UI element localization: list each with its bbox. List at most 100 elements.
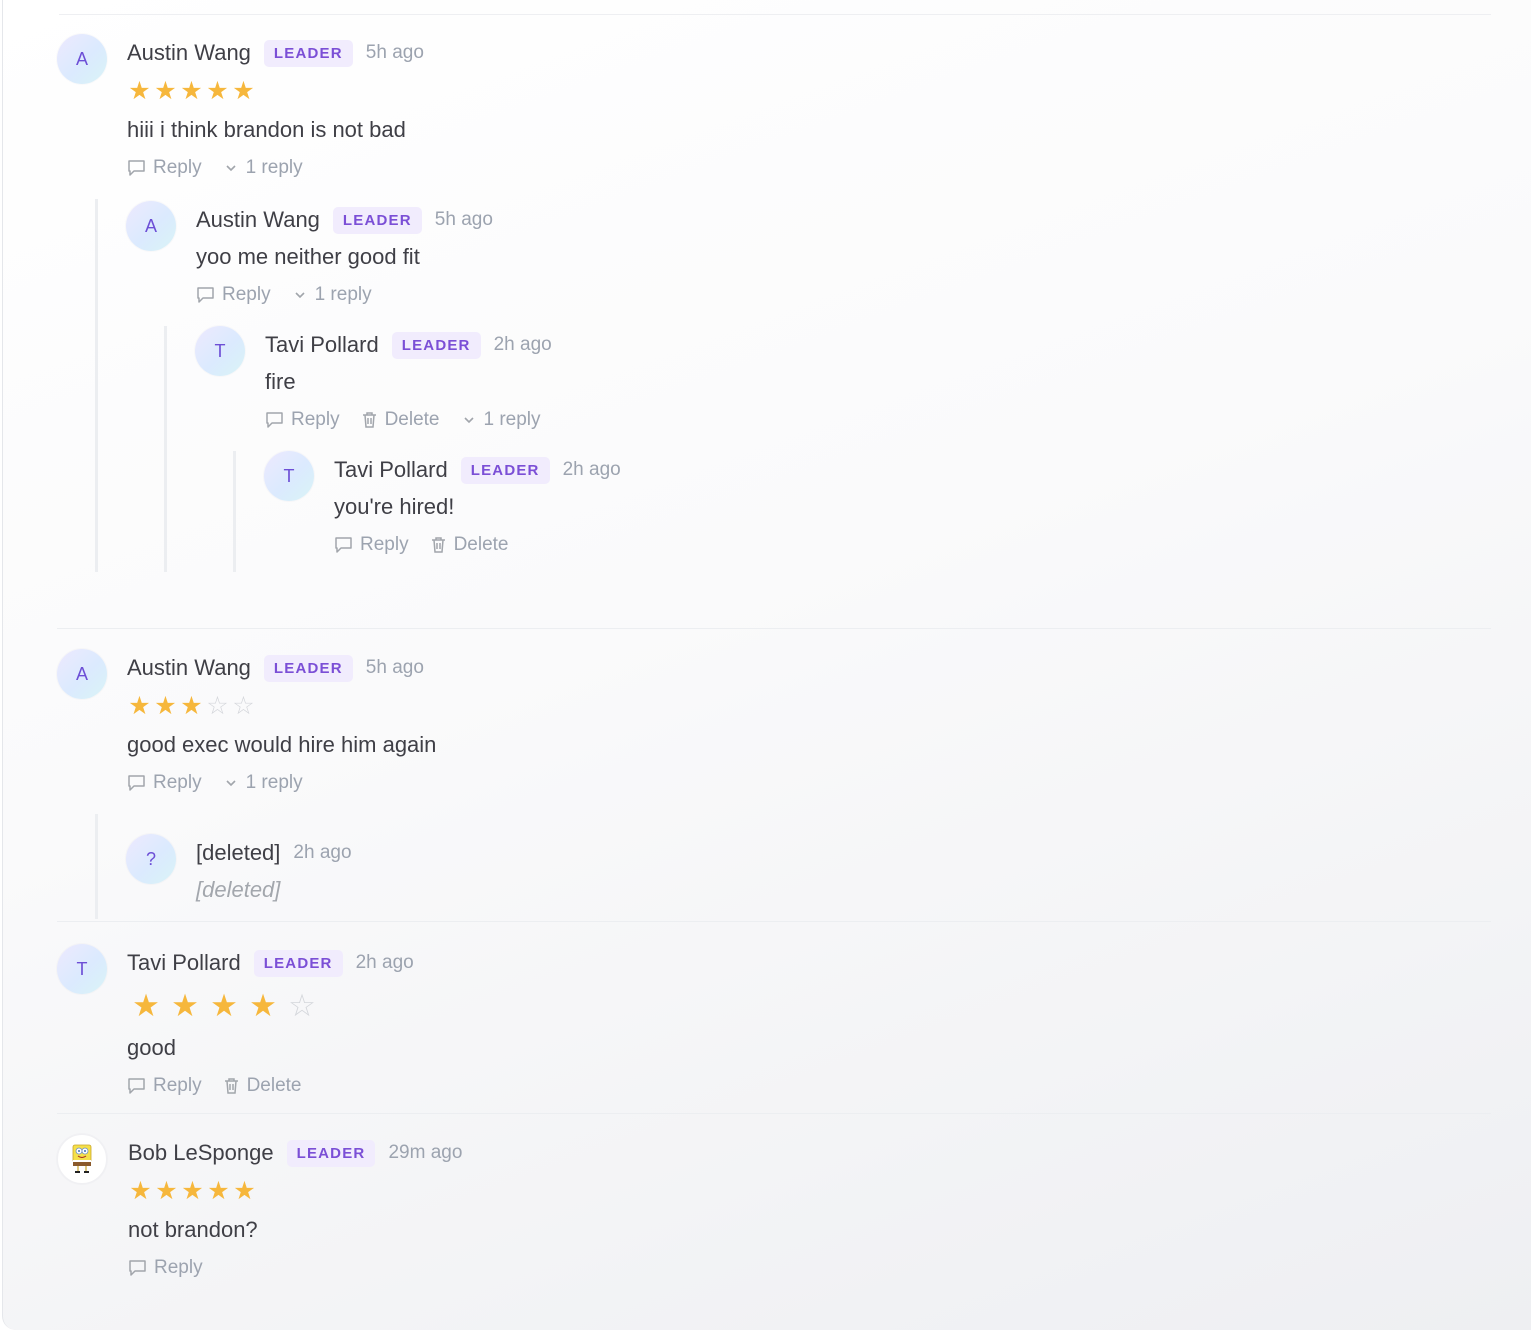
star-filled-icon: ★: [180, 77, 203, 105]
chat-bubble-icon: [197, 287, 214, 303]
author-name[interactable]: [deleted]: [196, 840, 280, 866]
author-name[interactable]: Bob LeSponge: [128, 1140, 274, 1166]
comment-text: you're hired!: [334, 494, 455, 519]
leader-badge: LEADER: [263, 39, 353, 67]
reply-button[interactable]: Reply: [334, 534, 409, 556]
reply-label: Reply: [153, 772, 202, 793]
star-rating: ★ ★ ★ ★ ★: [128, 1178, 1491, 1204]
chat-bubble-icon: [335, 537, 352, 553]
avatar[interactable]: T: [195, 326, 245, 376]
timestamp: 29m ago: [388, 1142, 463, 1163]
delete-label: Delete: [246, 1075, 302, 1096]
avatar[interactable]: A: [126, 201, 176, 251]
replies-count: 1 reply: [245, 772, 303, 793]
chat-bubble-icon: [128, 1078, 145, 1094]
comment-thread: Bob LeSponge LEADER 29m ago ★ ★ ★ ★ ★ no…: [57, 1113, 1491, 1281]
comment-text: not brandon?: [128, 1217, 258, 1242]
reply-button[interactable]: Reply: [128, 1257, 203, 1279]
reply-comment: T Tavi Pollard LEADER 2h ago fire Reply: [195, 326, 1491, 433]
leader-badge: LEADER: [332, 206, 422, 234]
delete-button[interactable]: Delete: [223, 1075, 302, 1097]
chat-bubble-icon: [128, 775, 145, 791]
comment: A Austin Wang LEADER 5h ago ★ ★ ★ ☆ ☆ go…: [57, 649, 1491, 796]
star-rating: ★ ★ ★ ☆ ☆: [127, 693, 1491, 719]
chevron-down-icon: [226, 780, 236, 787]
leader-badge: LEADER: [286, 1139, 376, 1167]
avatar[interactable]: ?: [126, 834, 176, 884]
author-name[interactable]: Tavi Pollard: [127, 950, 241, 976]
chevron-down-icon: [226, 165, 236, 172]
sponge-character-avatar[interactable]: [57, 1134, 107, 1184]
replies-count: 1 reply: [245, 157, 303, 178]
star-filled-icon: ★: [154, 77, 177, 105]
author-name[interactable]: Austin Wang: [127, 655, 251, 681]
star-filled-icon[interactable]: ★: [244, 990, 282, 1021]
star-filled-icon: ★: [128, 77, 151, 105]
delete-label: Delete: [384, 409, 440, 430]
star-empty-icon: ☆: [206, 692, 229, 720]
comment-thread: A Austin Wang LEADER 5h ago ★ ★ ★ ★ ★ hi…: [57, 34, 1491, 572]
leader-badge: LEADER: [253, 949, 343, 977]
star-filled-icon[interactable]: ★: [166, 990, 204, 1021]
reply-button[interactable]: Reply: [127, 157, 202, 179]
toggle-replies-button[interactable]: 1 reply: [223, 772, 303, 794]
trash-icon: [224, 1078, 238, 1094]
star-filled-icon: ★: [206, 77, 229, 105]
toggle-replies-button[interactable]: 1 reply: [292, 284, 372, 306]
avatar[interactable]: A: [57, 649, 107, 699]
delete-label: Delete: [453, 534, 509, 555]
star-filled-icon: ★: [181, 1177, 204, 1205]
comment-text: good exec would hire him again: [127, 732, 437, 757]
comment-text: good: [127, 1035, 176, 1060]
star-filled-icon[interactable]: ★: [205, 990, 243, 1021]
replies-count: 1 reply: [483, 409, 541, 430]
chat-bubble-icon: [128, 160, 145, 176]
author-name[interactable]: Tavi Pollard: [334, 457, 448, 483]
comment: Bob LeSponge LEADER 29m ago ★ ★ ★ ★ ★ no…: [57, 1134, 1491, 1281]
comment-text: yoo me neither good fit: [196, 244, 420, 269]
timestamp: 5h ago: [365, 42, 424, 63]
replies-container: T Tavi Pollard LEADER 2h ago you're hire…: [233, 451, 1491, 572]
author-name[interactable]: Austin Wang: [196, 207, 320, 233]
reply-button[interactable]: Reply: [196, 284, 271, 306]
star-filled-icon: ★: [155, 1177, 178, 1205]
divider: [59, 14, 1491, 15]
star-rating: ★ ★ ★ ★ ★: [127, 78, 1491, 104]
reply-label: Reply: [153, 157, 202, 178]
chat-bubble-icon: [129, 1260, 146, 1276]
leader-badge: LEADER: [460, 456, 550, 484]
replies-container: T Tavi Pollard LEADER 2h ago fire Reply: [164, 326, 1491, 572]
leader-badge: LEADER: [391, 331, 481, 359]
star-empty-icon[interactable]: ☆: [283, 990, 321, 1021]
comments-panel: A Austin Wang LEADER 5h ago ★ ★ ★ ★ ★ hi…: [2, 0, 1531, 1330]
reply-button[interactable]: Reply: [127, 1075, 202, 1097]
toggle-replies-button[interactable]: 1 reply: [223, 157, 303, 179]
avatar[interactable]: T: [57, 944, 107, 994]
delete-button[interactable]: Delete: [361, 409, 440, 431]
trash-icon: [431, 537, 445, 553]
avatar[interactable]: A: [57, 34, 107, 84]
delete-button[interactable]: Delete: [430, 534, 509, 556]
replies-container: ? [deleted] 2h ago [deleted]: [95, 814, 1491, 919]
reply-label: Reply: [154, 1257, 203, 1278]
trash-icon: [362, 412, 376, 428]
reply-button[interactable]: Reply: [127, 772, 202, 794]
replies-count: 1 reply: [314, 284, 372, 305]
timestamp: 2h ago: [562, 459, 621, 480]
reply-button[interactable]: Reply: [265, 409, 340, 431]
leader-badge: LEADER: [263, 654, 353, 682]
reply-label: Reply: [222, 284, 271, 305]
comment-thread: T Tavi Pollard LEADER 2h ago ★ ★ ★ ★ ☆ g…: [57, 921, 1491, 1099]
chat-bubble-icon: [266, 412, 283, 428]
comment: T Tavi Pollard LEADER 2h ago ★ ★ ★ ★ ☆ g…: [57, 944, 1491, 1099]
reply-comment: A Austin Wang LEADER 5h ago yoo me neith…: [126, 199, 1491, 308]
reply-comment: ? [deleted] 2h ago [deleted]: [126, 834, 1491, 903]
star-filled-icon[interactable]: ★: [127, 990, 165, 1021]
author-name[interactable]: Austin Wang: [127, 40, 251, 66]
comment-text: fire: [265, 369, 296, 394]
author-name[interactable]: Tavi Pollard: [265, 332, 379, 358]
avatar[interactable]: T: [264, 451, 314, 501]
timestamp: 2h ago: [355, 952, 414, 973]
toggle-replies-button[interactable]: 1 reply: [461, 409, 541, 431]
timestamp: 5h ago: [434, 209, 493, 230]
